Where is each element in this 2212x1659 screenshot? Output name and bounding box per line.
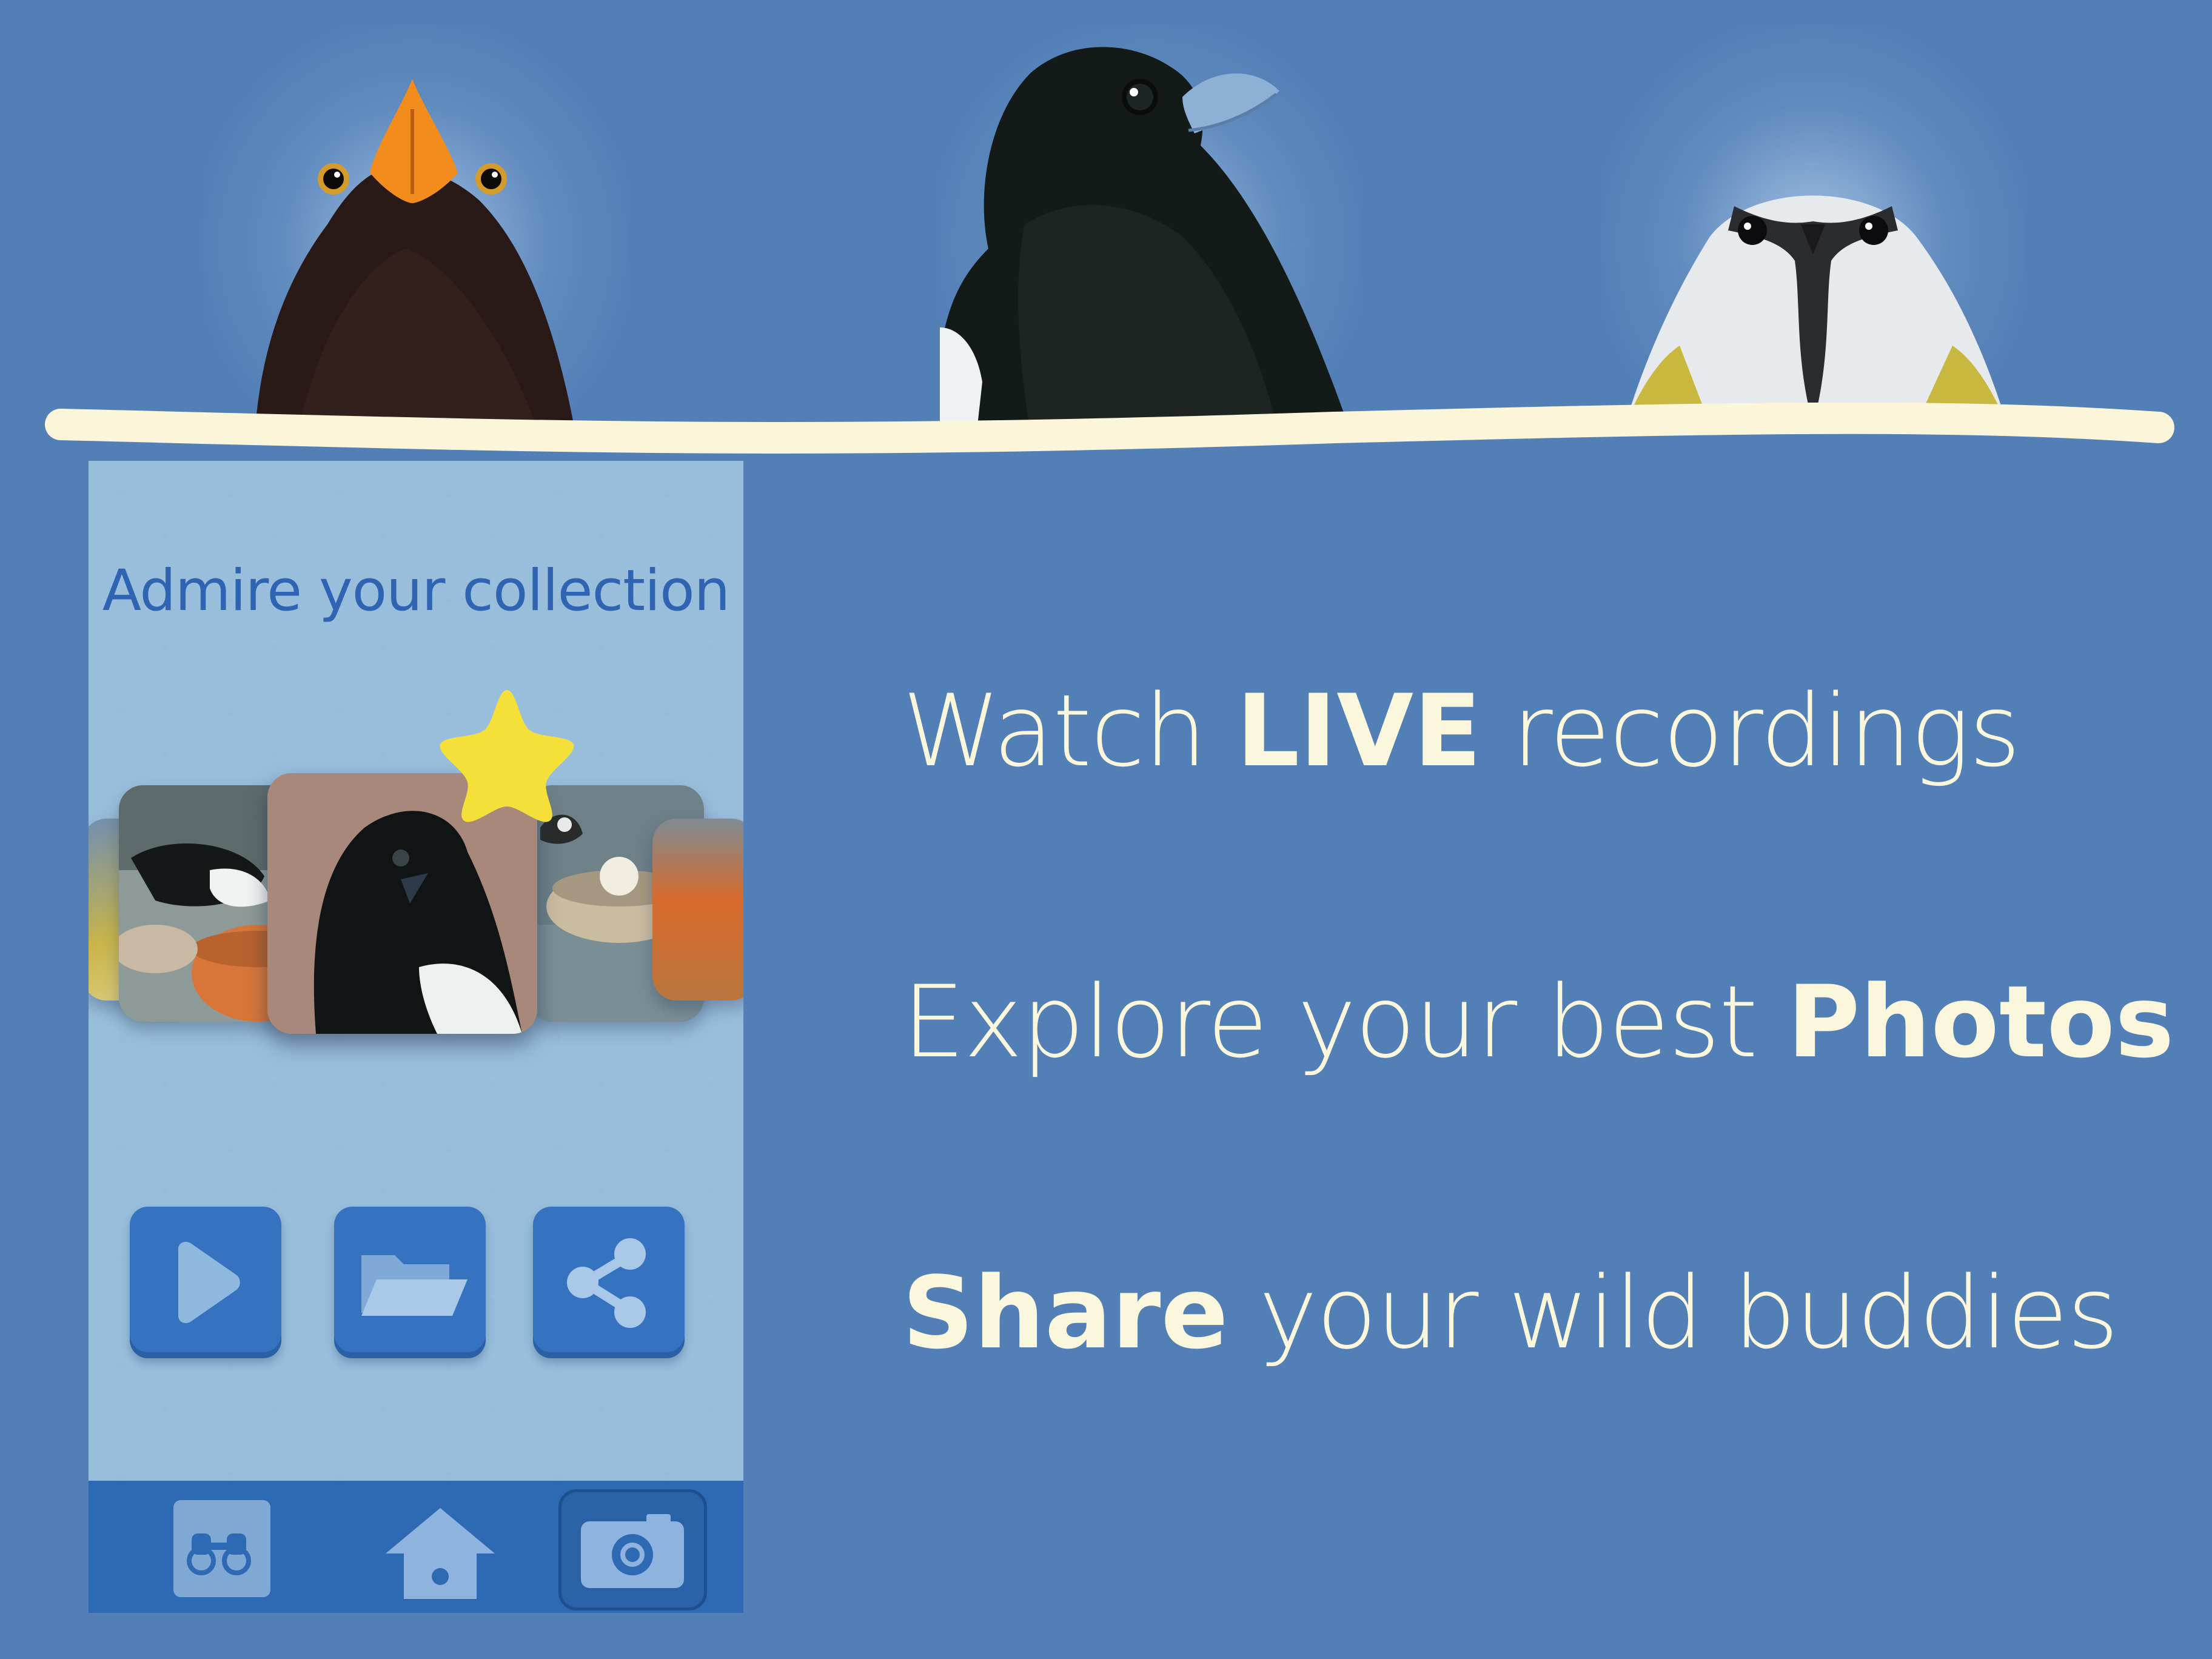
tab-camera[interactable] xyxy=(558,1489,707,1610)
binoculars-icon xyxy=(187,1533,251,1575)
feature-2-pre: Explore your best xyxy=(902,964,1788,1080)
tab-binoculars[interactable] xyxy=(173,1500,270,1597)
star-icon[interactable] xyxy=(434,685,580,825)
tab-home[interactable] xyxy=(380,1505,501,1602)
home-icon xyxy=(386,1508,495,1599)
robin-photo[interactable] xyxy=(652,819,743,1000)
feature-share-buddies: Share your wild buddies xyxy=(902,1255,2119,1371)
camera-icon xyxy=(581,1514,684,1588)
share-button[interactable] xyxy=(533,1207,685,1358)
feature-2-bold: Photos xyxy=(1787,964,2174,1080)
perch-branch xyxy=(45,402,2174,454)
feature-1-bold: LIVE xyxy=(1236,673,1482,789)
share-icon xyxy=(567,1238,646,1328)
folder-icon xyxy=(361,1255,468,1316)
feature-1-pre: Watch xyxy=(902,673,1236,789)
feature-3-bold: Share xyxy=(902,1255,1228,1371)
tab-bar xyxy=(89,1481,743,1613)
phone-title: Admire your collection xyxy=(102,558,731,624)
play-button[interactable] xyxy=(130,1207,281,1358)
feature-1-post: recordings xyxy=(1481,673,2020,789)
folder-button[interactable] xyxy=(334,1207,486,1358)
feature-best-photos: Explore your best Photos xyxy=(902,964,2174,1080)
phone-mockup: Admire your collection xyxy=(89,461,743,1613)
phone-pattern xyxy=(89,461,743,1613)
feature-live-recordings: Watch LIVE recordings xyxy=(902,673,2021,789)
play-icon xyxy=(178,1242,240,1323)
feature-3-post: your wild buddies xyxy=(1228,1255,2119,1371)
